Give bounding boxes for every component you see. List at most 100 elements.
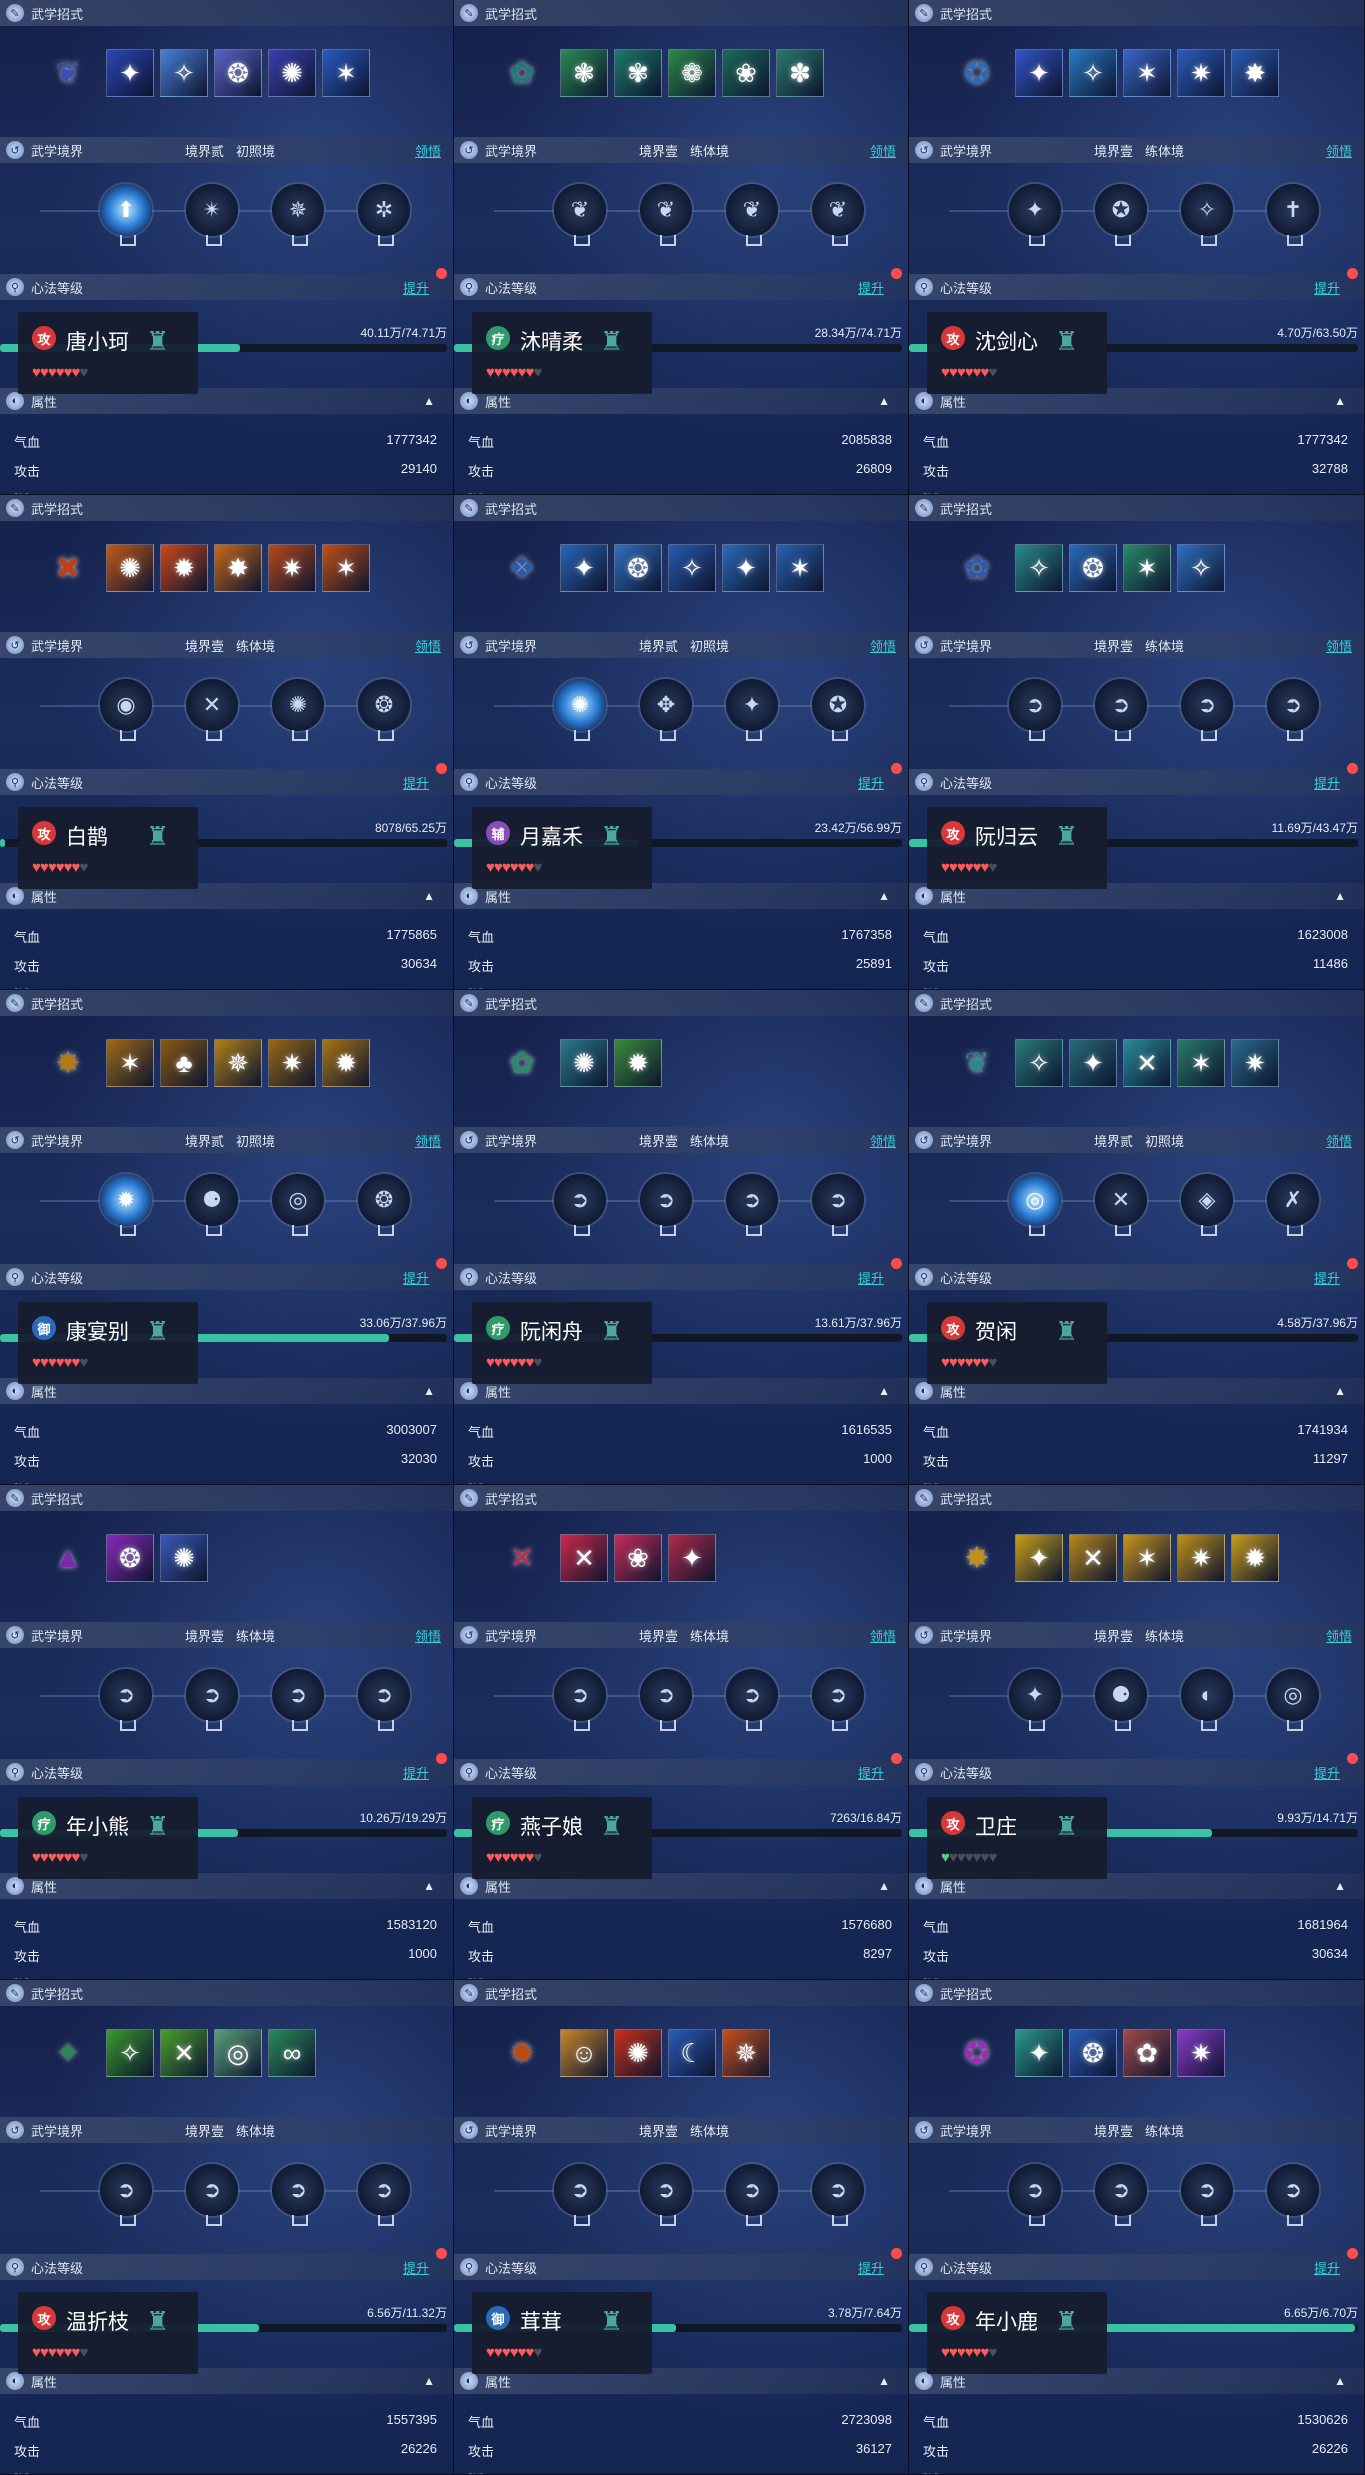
skill-main-icon[interactable]: ✕ <box>498 1534 546 1582</box>
skill-icon[interactable]: ✶ <box>1123 49 1171 97</box>
realm-node[interactable]: ➲ <box>272 2164 324 2226</box>
realm-node[interactable]: ✥ <box>640 679 692 741</box>
realm-node[interactable]: ➲ <box>554 1174 606 1236</box>
skill-icon[interactable]: ✶ <box>1123 1534 1171 1582</box>
skill-icon[interactable]: ✦ <box>1015 2029 1063 2077</box>
skill-icon[interactable]: ✶ <box>322 49 370 97</box>
upgrade-link[interactable]: 提升 <box>403 1268 429 1287</box>
skill-icon[interactable]: ∞ <box>268 2029 316 2077</box>
realm-node[interactable]: ➲ <box>1009 2164 1061 2226</box>
skill-icon[interactable]: ✕ <box>1123 1039 1171 1087</box>
realm-node[interactable]: ❦ <box>554 184 606 246</box>
skill-icon[interactable]: ✦ <box>1069 1039 1117 1087</box>
realm-node[interactable]: ➲ <box>1095 2164 1147 2226</box>
skill-main-icon[interactable]: ▲ <box>44 1534 92 1582</box>
collapse-arrow-icon[interactable]: ▲ <box>423 889 435 903</box>
skill-icon[interactable]: ✶ <box>1177 1039 1225 1087</box>
realm-node[interactable]: ➲ <box>1267 2164 1319 2226</box>
skill-icon[interactable]: ✷ <box>1177 1534 1225 1582</box>
skill-icon[interactable]: ✸ <box>214 544 262 592</box>
character-card[interactable]: 攻卫庄 ♜ ♥♥♥♥♥♥♥ <box>927 1797 1107 1879</box>
skill-main-icon[interactable]: ✖ <box>44 544 92 592</box>
realm-node[interactable]: ✦ <box>1009 184 1061 246</box>
collapse-arrow-icon[interactable]: ▲ <box>878 1879 890 1893</box>
skill-icon[interactable]: ✺ <box>560 1039 608 1087</box>
comprehend-link[interactable]: 领悟 <box>415 141 441 160</box>
collapse-arrow-icon[interactable]: ▲ <box>878 1384 890 1398</box>
character-card[interactable]: 攻年小鹿 ♜ ♥♥♥♥♥♥♥ <box>927 2292 1107 2374</box>
skill-icon[interactable]: ✺ <box>160 1534 208 1582</box>
skill-main-icon[interactable]: ❦ <box>44 49 92 97</box>
realm-node[interactable]: ✕ <box>1095 1174 1147 1236</box>
realm-node[interactable]: ➲ <box>554 1669 606 1731</box>
realm-node[interactable]: ➲ <box>812 2164 864 2226</box>
character-card[interactable]: 疗阮闲舟 ♜ ♥♥♥♥♥♥♥ <box>472 1302 652 1384</box>
skill-icon[interactable]: ✦ <box>560 544 608 592</box>
skill-icon[interactable]: ✷ <box>1231 1039 1279 1087</box>
character-card[interactable]: 攻唐小珂 ♜ ♥♥♥♥♥♥♥ <box>18 312 198 394</box>
realm-node[interactable]: ✪ <box>1095 184 1147 246</box>
collapse-arrow-icon[interactable]: ▲ <box>878 2374 890 2388</box>
comprehend-link[interactable]: 领悟 <box>870 1131 896 1150</box>
skill-icon[interactable]: ✵ <box>214 1039 262 1087</box>
upgrade-link[interactable]: 提升 <box>403 1763 429 1782</box>
collapse-arrow-icon[interactable]: ▲ <box>878 889 890 903</box>
realm-node[interactable]: ➲ <box>812 1174 864 1236</box>
realm-node[interactable]: ◎ <box>1009 1174 1061 1236</box>
skill-icon[interactable]: ☺ <box>560 2029 608 2077</box>
realm-node[interactable]: ✝ <box>1267 184 1319 246</box>
collapse-arrow-icon[interactable]: ▲ <box>423 394 435 408</box>
realm-node[interactable]: ➲ <box>272 1669 324 1731</box>
skill-icon[interactable]: ✧ <box>668 544 716 592</box>
skill-icon[interactable]: ❂ <box>106 1534 154 1582</box>
upgrade-link[interactable]: 提升 <box>1314 1763 1340 1782</box>
realm-node[interactable]: ✺ <box>272 679 324 741</box>
skill-icon[interactable]: ✶ <box>1123 544 1171 592</box>
realm-node[interactable]: ◉ <box>100 679 152 741</box>
skill-icon[interactable]: ✽ <box>776 49 824 97</box>
realm-node[interactable]: ➲ <box>640 1174 692 1236</box>
skill-icon[interactable]: ❃ <box>560 49 608 97</box>
realm-node[interactable]: ➲ <box>726 1174 778 1236</box>
realm-node[interactable]: ❦ <box>812 184 864 246</box>
realm-node[interactable]: ❦ <box>640 184 692 246</box>
skill-icon[interactable]: ✕ <box>560 1534 608 1582</box>
upgrade-link[interactable]: 提升 <box>858 1268 884 1287</box>
skill-icon[interactable]: ✧ <box>1069 49 1117 97</box>
comprehend-link[interactable]: 领悟 <box>870 141 896 160</box>
realm-node[interactable]: ➲ <box>640 2164 692 2226</box>
realm-node[interactable]: ➲ <box>1181 2164 1233 2226</box>
skill-icon[interactable]: ✧ <box>1015 1039 1063 1087</box>
skill-icon[interactable]: ❂ <box>1069 2029 1117 2077</box>
realm-node[interactable]: ✲ <box>358 184 410 246</box>
skill-icon[interactable]: ✹ <box>160 544 208 592</box>
skill-icon[interactable]: ✦ <box>1015 49 1063 97</box>
skill-icon[interactable]: ✶ <box>106 1039 154 1087</box>
skill-icon[interactable]: ✵ <box>722 2029 770 2077</box>
skill-icon[interactable]: ✧ <box>160 49 208 97</box>
skill-icon[interactable]: ✷ <box>1177 49 1225 97</box>
realm-node[interactable]: ➲ <box>640 1669 692 1731</box>
collapse-arrow-icon[interactable]: ▲ <box>1334 889 1346 903</box>
skill-icon[interactable]: ◎ <box>214 2029 262 2077</box>
comprehend-link[interactable]: 领悟 <box>415 1626 441 1645</box>
collapse-arrow-icon[interactable]: ▲ <box>1334 2374 1346 2388</box>
skill-main-icon[interactable]: ✿ <box>498 49 546 97</box>
upgrade-link[interactable]: 提升 <box>858 1763 884 1782</box>
skill-icon[interactable]: ✹ <box>614 1039 662 1087</box>
skill-icon[interactable]: ✧ <box>1177 544 1225 592</box>
realm-node[interactable]: ➲ <box>1181 679 1233 741</box>
upgrade-link[interactable]: 提升 <box>858 278 884 297</box>
skill-icon[interactable]: ✿ <box>1123 2029 1171 2077</box>
realm-node[interactable]: ✧ <box>1181 184 1233 246</box>
collapse-arrow-icon[interactable]: ▲ <box>1334 1384 1346 1398</box>
comprehend-link[interactable]: 领悟 <box>1326 141 1352 160</box>
skill-icon[interactable]: ✶ <box>322 544 370 592</box>
character-card[interactable]: 辅月嘉禾 ♜ ♥♥♥♥♥♥♥ <box>472 807 652 889</box>
realm-node[interactable]: ✦ <box>726 679 778 741</box>
skill-icon[interactable]: ✺ <box>106 544 154 592</box>
skill-icon[interactable]: ✷ <box>1177 2029 1225 2077</box>
skill-icon[interactable]: ❁ <box>668 49 716 97</box>
realm-node[interactable]: ➲ <box>358 1669 410 1731</box>
skill-icon[interactable]: ✕ <box>160 2029 208 2077</box>
